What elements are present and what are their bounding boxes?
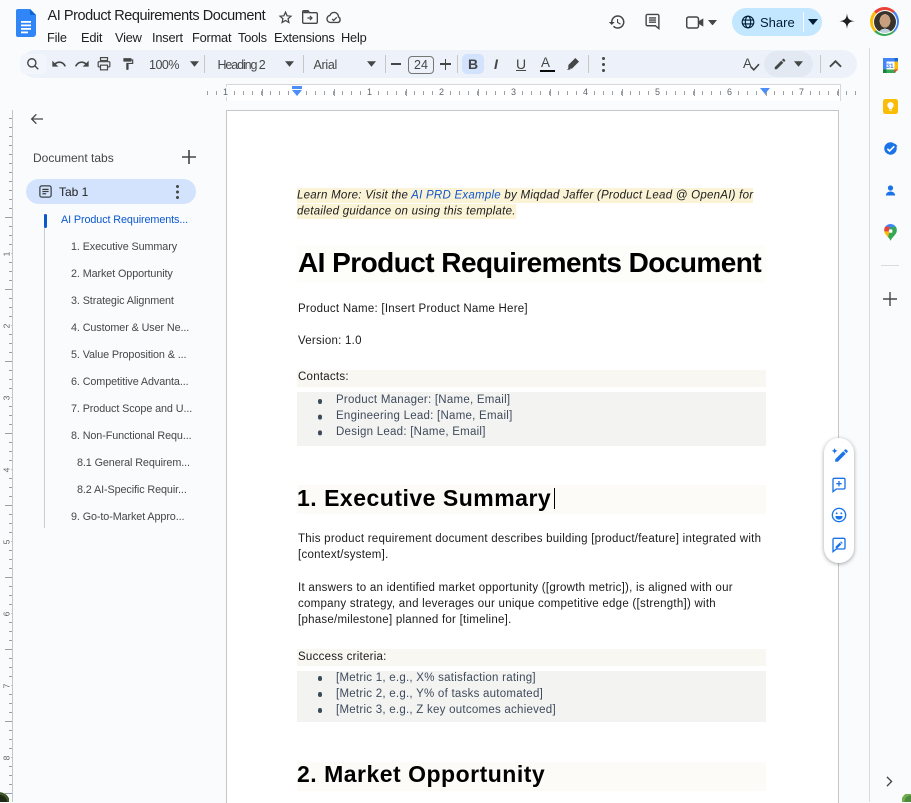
svg-text:31: 31	[886, 63, 894, 70]
